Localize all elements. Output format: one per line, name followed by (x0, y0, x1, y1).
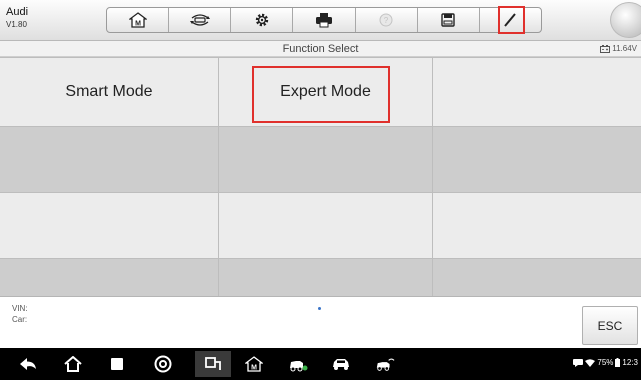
home-icon (64, 356, 82, 372)
nav-recents-button[interactable] (107, 355, 127, 373)
help-button[interactable]: ? (356, 8, 418, 32)
app-name: Audi (6, 6, 29, 18)
nav-remote-button[interactable] (375, 355, 395, 373)
vehicle-swap-icon (189, 14, 210, 26)
svg-text:M: M (135, 21, 141, 28)
page-indicator-dot (318, 307, 321, 310)
save-icon (441, 13, 455, 27)
home-m-icon: M (245, 356, 263, 372)
clock-time: 12:3 (622, 358, 638, 367)
battery-voltage-icon (600, 44, 611, 53)
home-m-icon: M (128, 12, 147, 28)
top-toolbar: Audi V1.80 M ? (0, 0, 641, 41)
grid-cell[interactable] (219, 193, 432, 258)
page-title: Function Select (282, 43, 359, 55)
message-icon (573, 358, 584, 367)
grid-cell[interactable] (433, 127, 641, 192)
back-arrow-icon (20, 358, 36, 370)
vin-label: VIN: (12, 304, 28, 313)
recents-icon (111, 358, 123, 370)
browser-icon (154, 355, 172, 373)
grid-cell[interactable] (433, 58, 641, 126)
nav-autel-home-button[interactable]: M (244, 355, 264, 373)
voltage-value: 11.64V (612, 44, 637, 53)
subtitle-bar: Function Select 11.64V (0, 41, 641, 57)
settings-button[interactable] (231, 8, 294, 32)
car-label: Car: (12, 315, 28, 324)
car-icon (333, 359, 349, 370)
app-version: V1.80 (6, 20, 27, 29)
grid-cell[interactable] (219, 127, 432, 192)
nav-home-button[interactable] (63, 355, 83, 373)
printer-icon (315, 13, 332, 28)
nav-car-button[interactable] (331, 355, 351, 373)
svg-text:M: M (251, 365, 257, 372)
vehicle-swap-button[interactable] (169, 8, 232, 32)
nav-back-button[interactable] (18, 355, 38, 373)
status-area: 75% 12:3 (573, 358, 638, 367)
smart-mode-cell[interactable]: Smart Mode (0, 58, 218, 126)
toolbar-button-group: M ? (106, 7, 542, 33)
battery-icon (615, 358, 621, 367)
help-icon: ? (379, 13, 393, 27)
esc-button[interactable]: ESC (582, 306, 638, 345)
nav-browser-button[interactable] (153, 355, 173, 373)
home-button[interactable]: M (107, 8, 170, 32)
smart-mode-label: Smart Mode (65, 83, 153, 100)
grid-cell[interactable] (433, 259, 641, 296)
nav-vehicle-diag-button[interactable] (288, 355, 308, 373)
vci-connector-icon (205, 357, 221, 370)
android-nav-bar: M 75% 12:3 (0, 348, 641, 380)
grid-cell[interactable] (433, 193, 641, 258)
print-button[interactable] (293, 8, 356, 32)
expert-mode-highlight (252, 66, 390, 123)
grid-cell[interactable] (0, 127, 218, 192)
vehicle-info-bar: VIN: Car: ESC (0, 296, 641, 348)
voltage-indicator: 11.64V (600, 44, 637, 53)
grid-cell[interactable] (0, 193, 218, 258)
battery-percent: 75% (597, 358, 614, 367)
svg-text:?: ? (384, 16, 389, 25)
main-home-button[interactable] (610, 2, 641, 38)
edit-button-highlight (498, 6, 525, 34)
grid-cell[interactable] (0, 259, 218, 296)
gear-icon (255, 13, 269, 27)
save-button[interactable] (418, 8, 480, 32)
nav-vci-button[interactable] (195, 351, 231, 377)
wifi-icon (585, 358, 596, 367)
vehicle-remote-icon (376, 358, 395, 371)
vehicle-diagnose-icon (290, 361, 308, 372)
grid-cell[interactable] (219, 259, 432, 296)
